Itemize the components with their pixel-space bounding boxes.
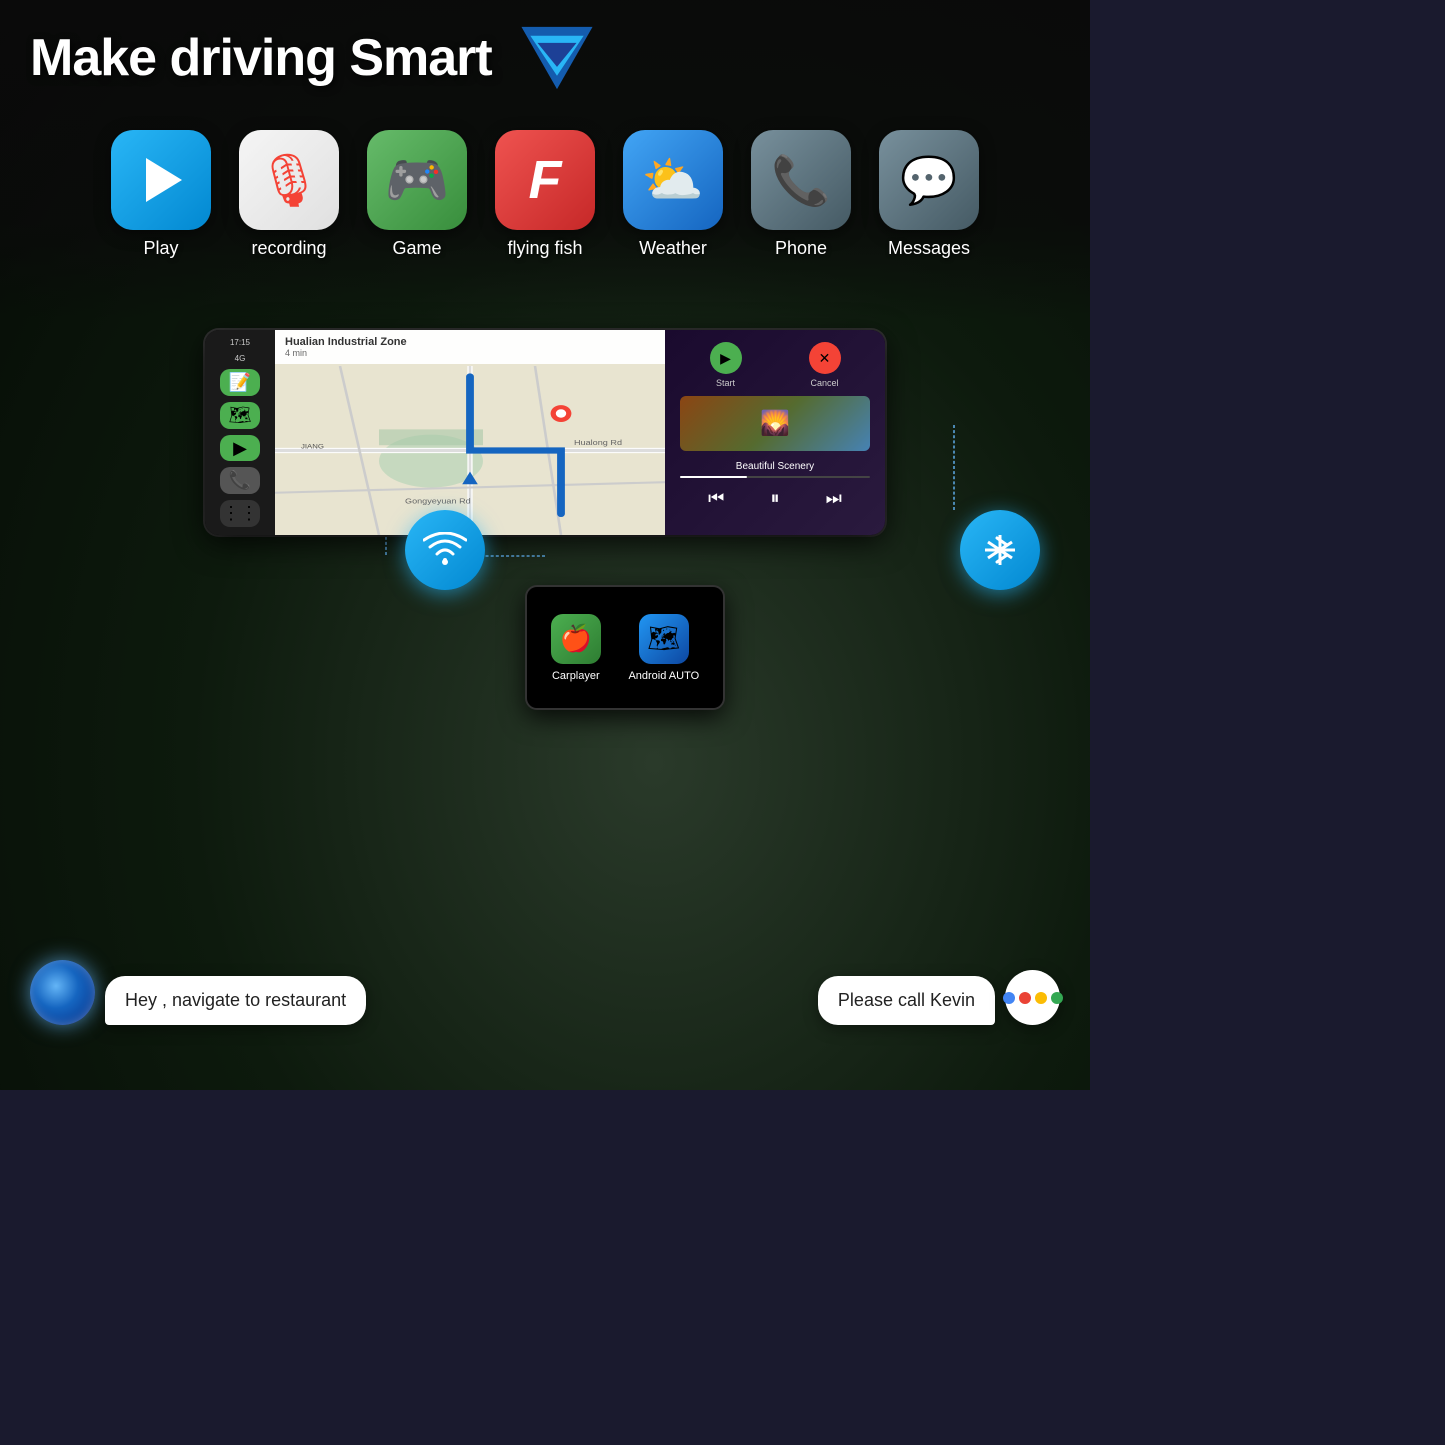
messages-app-icon: 💬: [879, 130, 979, 230]
apps-section: Play 🎙 recording 🎮 Game F flying fish ⛅ …: [0, 130, 1090, 259]
weather-label: Weather: [639, 238, 707, 259]
recording-label: recording: [251, 238, 326, 259]
google-text: Please call Kevin: [838, 990, 975, 1010]
logo-icon: [512, 18, 602, 98]
messages-icon: 💬: [900, 153, 957, 208]
game-icon: 🎮: [385, 150, 450, 211]
play-app-icon: [111, 130, 211, 230]
weather-app-icon: ⛅: [623, 130, 723, 230]
main-heading-container: Make driving Smart: [30, 18, 602, 98]
flash-icon: F: [529, 149, 562, 211]
media-cancel-btn[interactable]: ✕ Cancel: [779, 342, 870, 388]
display-map: Hualian Industrial Zone 4 min: [275, 330, 665, 535]
game-label: Game: [392, 238, 441, 259]
map-header: Hualian Industrial Zone 4 min: [275, 330, 665, 364]
rewind-button[interactable]: ⏮: [708, 488, 724, 509]
app-weather[interactable]: ⛅ Weather: [623, 130, 723, 259]
map-destination: Hualian Industrial Zone: [285, 336, 655, 348]
display-sidebar: 17:15 4G 📝 🗺 ▶ 📞 ⋮⋮: [205, 330, 275, 535]
recording-app-icon: 🎙: [239, 130, 339, 230]
cancel-label: Cancel: [810, 378, 838, 388]
cancel-icon: ✕: [809, 342, 841, 374]
androidauto-label: Android AUTO: [628, 670, 699, 682]
dot-red: [1019, 992, 1031, 1004]
mic-icon: 🎙: [256, 150, 322, 211]
sidebar-phone-icon: 📞: [220, 467, 260, 494]
google-speech-bubble: Please call Kevin: [818, 976, 995, 1025]
progress-fill: [680, 476, 747, 478]
bluetooth-badge: [960, 510, 1040, 590]
app-flyingfish[interactable]: F flying fish: [495, 130, 595, 259]
siri-speech-bubble: Hey , navigate to restaurant: [105, 976, 366, 1025]
dashed-line-bt: [953, 425, 955, 510]
google-orb: [1005, 970, 1060, 1025]
phone-icon: 📞: [771, 152, 831, 209]
svg-text:Hualong Rd: Hualong Rd: [574, 438, 622, 447]
siri-container: Hey , navigate to restaurant: [30, 960, 366, 1025]
carplayer-label: Carplayer: [552, 670, 600, 682]
map-eta: 4 min: [285, 348, 655, 358]
dot-blue: [1003, 992, 1015, 1004]
app-game[interactable]: 🎮 Game: [367, 130, 467, 259]
media-progress-bar: [680, 476, 870, 478]
play-triangle-icon: [146, 158, 182, 202]
phone-device: 🍎 Carplayer 🗺 Android AUTO: [525, 585, 725, 710]
media-album-art: 🌄: [680, 396, 870, 451]
car-display: 17:15 4G 📝 🗺 ▶ 📞 ⋮⋮ Hualian Industrial Z…: [205, 330, 885, 535]
app-play[interactable]: Play: [111, 130, 211, 259]
sidebar-android-icon: ▶: [220, 435, 260, 462]
wifi-icon: [423, 532, 467, 568]
wifi-badge: [405, 510, 485, 590]
play-label: Play: [143, 238, 178, 259]
google-assistant-container: Please call Kevin: [818, 970, 1060, 1025]
start-label: Start: [716, 378, 735, 388]
fast-forward-button[interactable]: ⏭: [826, 488, 842, 509]
google-dots: [1003, 992, 1063, 1004]
flyingfish-app-icon: F: [495, 130, 595, 230]
map-roads: Hualong Rd Gongyeyuan Rd JIANG: [275, 366, 665, 535]
dot-green: [1051, 992, 1063, 1004]
media-start-btn[interactable]: ▶ Start: [680, 342, 771, 388]
game-app-icon: 🎮: [367, 130, 467, 230]
album-art-image: 🌄: [680, 396, 870, 451]
flyingfish-label: flying fish: [507, 238, 582, 259]
page-title: Make driving Smart: [30, 28, 492, 88]
phone-status-time: 17:15: [230, 338, 250, 348]
app-messages[interactable]: 💬 Messages: [879, 130, 979, 259]
phone-label: Phone: [775, 238, 827, 259]
media-controls-top: ▶ Start ✕ Cancel: [665, 330, 885, 396]
sidebar-grid-icon: ⋮⋮: [220, 500, 260, 527]
phone-screen: 🍎 Carplayer 🗺 Android AUTO: [527, 587, 723, 708]
carplay-icon: 🍎: [551, 614, 601, 664]
messages-label: Messages: [888, 238, 970, 259]
androidauto-icon: 🗺: [639, 614, 689, 664]
sidebar-maps-icon: 🗺: [220, 402, 260, 429]
weather-icon: ⛅: [642, 151, 704, 210]
sidebar-notes-icon: 📝: [220, 369, 260, 396]
app-recording[interactable]: 🎙 recording: [239, 130, 339, 259]
svg-text:Gongyeyuan Rd: Gongyeyuan Rd: [405, 496, 471, 505]
siri-orb: [30, 960, 95, 1025]
media-title-text: Beautiful Scenery: [665, 457, 885, 476]
pause-button[interactable]: ⏸: [770, 488, 779, 509]
dot-yellow: [1035, 992, 1047, 1004]
media-playback-controls: ⏮ ⏸ ⏭: [665, 482, 885, 519]
carplayer-app[interactable]: 🍎 Carplayer: [551, 614, 601, 682]
phone-app-icon: 📞: [751, 130, 851, 230]
display-media: ▶ Start ✕ Cancel 🌄 Beautiful Scenery ⏮ ⏸…: [665, 330, 885, 535]
siri-text: Hey , navigate to restaurant: [125, 990, 346, 1010]
androidauto-app[interactable]: 🗺 Android AUTO: [628, 614, 699, 682]
svg-text:JIANG: JIANG: [301, 443, 324, 450]
app-phone[interactable]: 📞 Phone: [751, 130, 851, 259]
phone-status-signal: 4G: [235, 354, 246, 364]
start-icon: ▶: [710, 342, 742, 374]
bluetooth-icon: [980, 530, 1020, 570]
